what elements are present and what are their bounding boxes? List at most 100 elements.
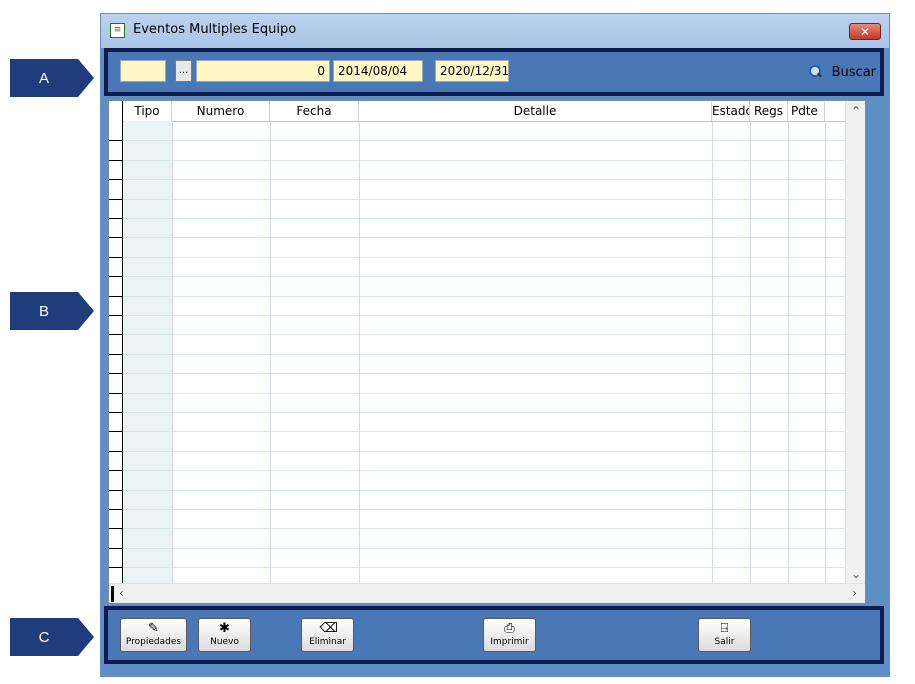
grid-row-line	[123, 548, 847, 549]
grid-column-line	[270, 121, 271, 583]
grid-row-line	[123, 373, 847, 374]
scroll-position-marker	[111, 586, 114, 602]
callout-b-arrow	[78, 292, 94, 330]
filter-toolbar-panel: ... 0 2014/08/04 2020/12/31 Buscar	[108, 52, 880, 92]
printer-icon: ⎙	[504, 621, 515, 636]
row-selector-tick	[109, 160, 123, 161]
grid-row-line	[123, 199, 847, 200]
properties-button[interactable]: ✎ Propiedades	[120, 618, 187, 652]
grid-row-line	[123, 140, 847, 141]
search-icon	[808, 65, 822, 79]
grid-row-line	[123, 237, 847, 238]
grid-column-line	[788, 121, 789, 583]
grid-column-line	[750, 121, 751, 583]
date-from-field[interactable]: 2014/08/04	[333, 60, 423, 82]
scroll-up-icon[interactable]: ⌃	[851, 104, 861, 118]
callout-a: A	[10, 59, 94, 97]
exit-door-icon: ⍈	[720, 621, 729, 636]
row-selector-tick	[109, 548, 123, 549]
row-selector-tick	[109, 412, 123, 413]
action-bar: ✎ Propiedades ✱ Nuevo ⌫ Eliminar ⎙ Impri…	[104, 606, 884, 664]
column-header-numero[interactable]: Numero	[172, 101, 270, 121]
grid-row-line	[123, 257, 847, 258]
column-header-tipo[interactable]: Tipo	[123, 101, 172, 121]
column-header-estado[interactable]: Estado	[712, 101, 750, 121]
grid-column-line	[712, 121, 713, 583]
row-selector-tick	[109, 509, 123, 510]
grid-column-line	[359, 121, 360, 583]
window-title: Eventos Multiples Equipo	[133, 22, 297, 37]
row-selector-tick	[109, 257, 123, 258]
grid-row-line	[123, 393, 847, 394]
grid-row-line	[123, 296, 847, 297]
grid-column-line	[172, 121, 173, 583]
column-header-fecha[interactable]: Fecha	[270, 101, 359, 121]
callout-c-arrow	[78, 618, 94, 656]
scroll-right-icon[interactable]: ›	[852, 586, 857, 600]
horizontal-scrollbar[interactable]: ‹ ›	[109, 583, 865, 603]
row-selector-tick	[109, 528, 123, 529]
row-selector-tick	[109, 276, 123, 277]
events-grid[interactable]: Tipo Numero Fecha Detalle Estado Regs Pd…	[108, 100, 866, 604]
row-selector-tick	[109, 393, 123, 394]
action-bar-panel: ✎ Propiedades ✱ Nuevo ⌫ Eliminar ⎙ Impri…	[108, 610, 880, 660]
properties-label: Propiedades	[125, 637, 182, 647]
vertical-scrollbar[interactable]: ⌃ ⌄	[845, 101, 865, 583]
scroll-down-icon[interactable]: ⌄	[851, 567, 861, 581]
equipment-code-field[interactable]	[120, 60, 166, 82]
row-selector-tick	[109, 451, 123, 452]
grid-row-line	[123, 528, 847, 529]
exit-button[interactable]: ⍈ Salir	[698, 618, 751, 652]
column-header-detalle[interactable]: Detalle	[359, 101, 712, 121]
row-selector-tick	[109, 140, 123, 141]
date-to-field[interactable]: 2020/12/31	[435, 60, 509, 82]
row-selector-tick	[109, 179, 123, 180]
edit-document-icon: ✎	[148, 621, 159, 636]
search-button[interactable]: Buscar	[808, 62, 876, 82]
row-selector-tick	[109, 431, 123, 432]
new-document-icon: ✱	[219, 621, 230, 636]
tipo-column-fill	[124, 121, 172, 583]
grid-row-line	[123, 490, 847, 491]
row-selector-tick	[109, 218, 123, 219]
grid-row-line	[123, 218, 847, 219]
callout-c-label: C	[10, 618, 78, 656]
new-label: Nuevo	[210, 637, 239, 647]
filter-toolbar: ... 0 2014/08/04 2020/12/31 Buscar	[104, 48, 884, 96]
new-button[interactable]: ✱ Nuevo	[198, 618, 251, 652]
grid-header: Tipo Numero Fecha Detalle Estado Regs Pd…	[109, 101, 847, 122]
grid-row-line	[123, 412, 847, 413]
close-button[interactable]: ✕	[849, 23, 881, 40]
app-icon: ≡	[110, 23, 125, 38]
row-selector-tick	[109, 567, 123, 568]
grid-row-line	[123, 354, 847, 355]
lookup-button[interactable]: ...	[175, 60, 192, 82]
callout-c: C	[10, 618, 94, 656]
callout-b: B	[10, 292, 94, 330]
row-selector-tick	[109, 470, 123, 471]
number-field[interactable]: 0	[196, 60, 330, 82]
grid-row-line	[123, 276, 847, 277]
print-button[interactable]: ⎙ Imprimir	[483, 618, 536, 652]
search-label: Buscar	[831, 64, 876, 80]
scroll-left-icon[interactable]: ‹	[119, 586, 124, 600]
row-selector-tick	[109, 354, 123, 355]
row-selector-tick	[109, 237, 123, 238]
callout-a-label: A	[10, 59, 78, 97]
column-header-regs[interactable]: Regs	[750, 101, 788, 121]
grid-row-line	[123, 160, 847, 161]
row-selector-tick	[109, 334, 123, 335]
print-label: Imprimir	[490, 637, 529, 647]
grid-column-line	[825, 121, 826, 583]
row-selector-tick	[109, 373, 123, 374]
grid-row-line	[123, 334, 847, 335]
eraser-icon: ⌫	[319, 621, 338, 636]
grid-row-line	[123, 451, 847, 452]
grid-row-line	[123, 567, 847, 568]
grid-row-line	[123, 509, 847, 510]
callout-b-label: B	[10, 292, 78, 330]
delete-button[interactable]: ⌫ Eliminar	[301, 618, 354, 652]
row-selector-tick	[109, 199, 123, 200]
column-header-pdte[interactable]: Pdte	[788, 101, 825, 121]
title-bar[interactable]: ≡ Eventos Multiples Equipo ✕	[101, 14, 889, 48]
